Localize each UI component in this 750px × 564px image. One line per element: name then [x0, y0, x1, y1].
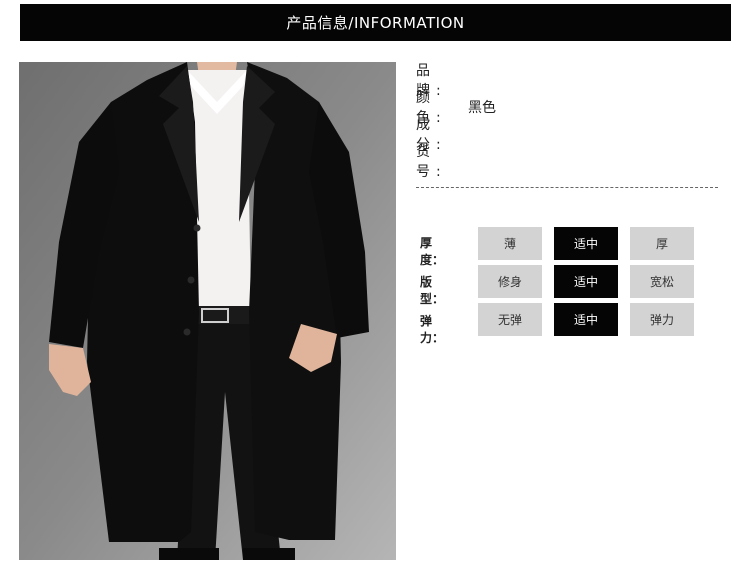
elasticity-option-stretch: 弹力 — [630, 303, 694, 336]
dashed-divider — [416, 187, 718, 188]
fit-label: 版型： — [420, 275, 445, 306]
fit-option-loose: 宽松 — [630, 265, 694, 298]
elasticity-label: 弹力： — [420, 314, 445, 345]
info-value: 黑色 — [468, 99, 496, 116]
info-header-bar: 产品信息/INFORMATION — [20, 4, 731, 41]
thickness-label: 厚度： — [420, 236, 445, 267]
info-label: 货 号: — [416, 143, 447, 180]
info-header-title: 产品信息/INFORMATION — [286, 14, 465, 32]
fit-option-slim: 修身 — [478, 265, 542, 298]
thickness-option-thin: 薄 — [478, 227, 542, 260]
info-row-sku: 货 号: — [416, 144, 496, 180]
elasticity-option-medium: 适中 — [554, 303, 618, 336]
fit-option-medium: 适中 — [554, 265, 618, 298]
elasticity-option-none: 无弹 — [478, 303, 542, 336]
thickness-option-medium: 适中 — [554, 227, 618, 260]
product-photo — [19, 62, 396, 560]
thickness-option-thick: 厚 — [630, 227, 694, 260]
product-info-list: 品 牌: 颜 色: 黑色 成 分: 货 号: — [416, 63, 496, 180]
